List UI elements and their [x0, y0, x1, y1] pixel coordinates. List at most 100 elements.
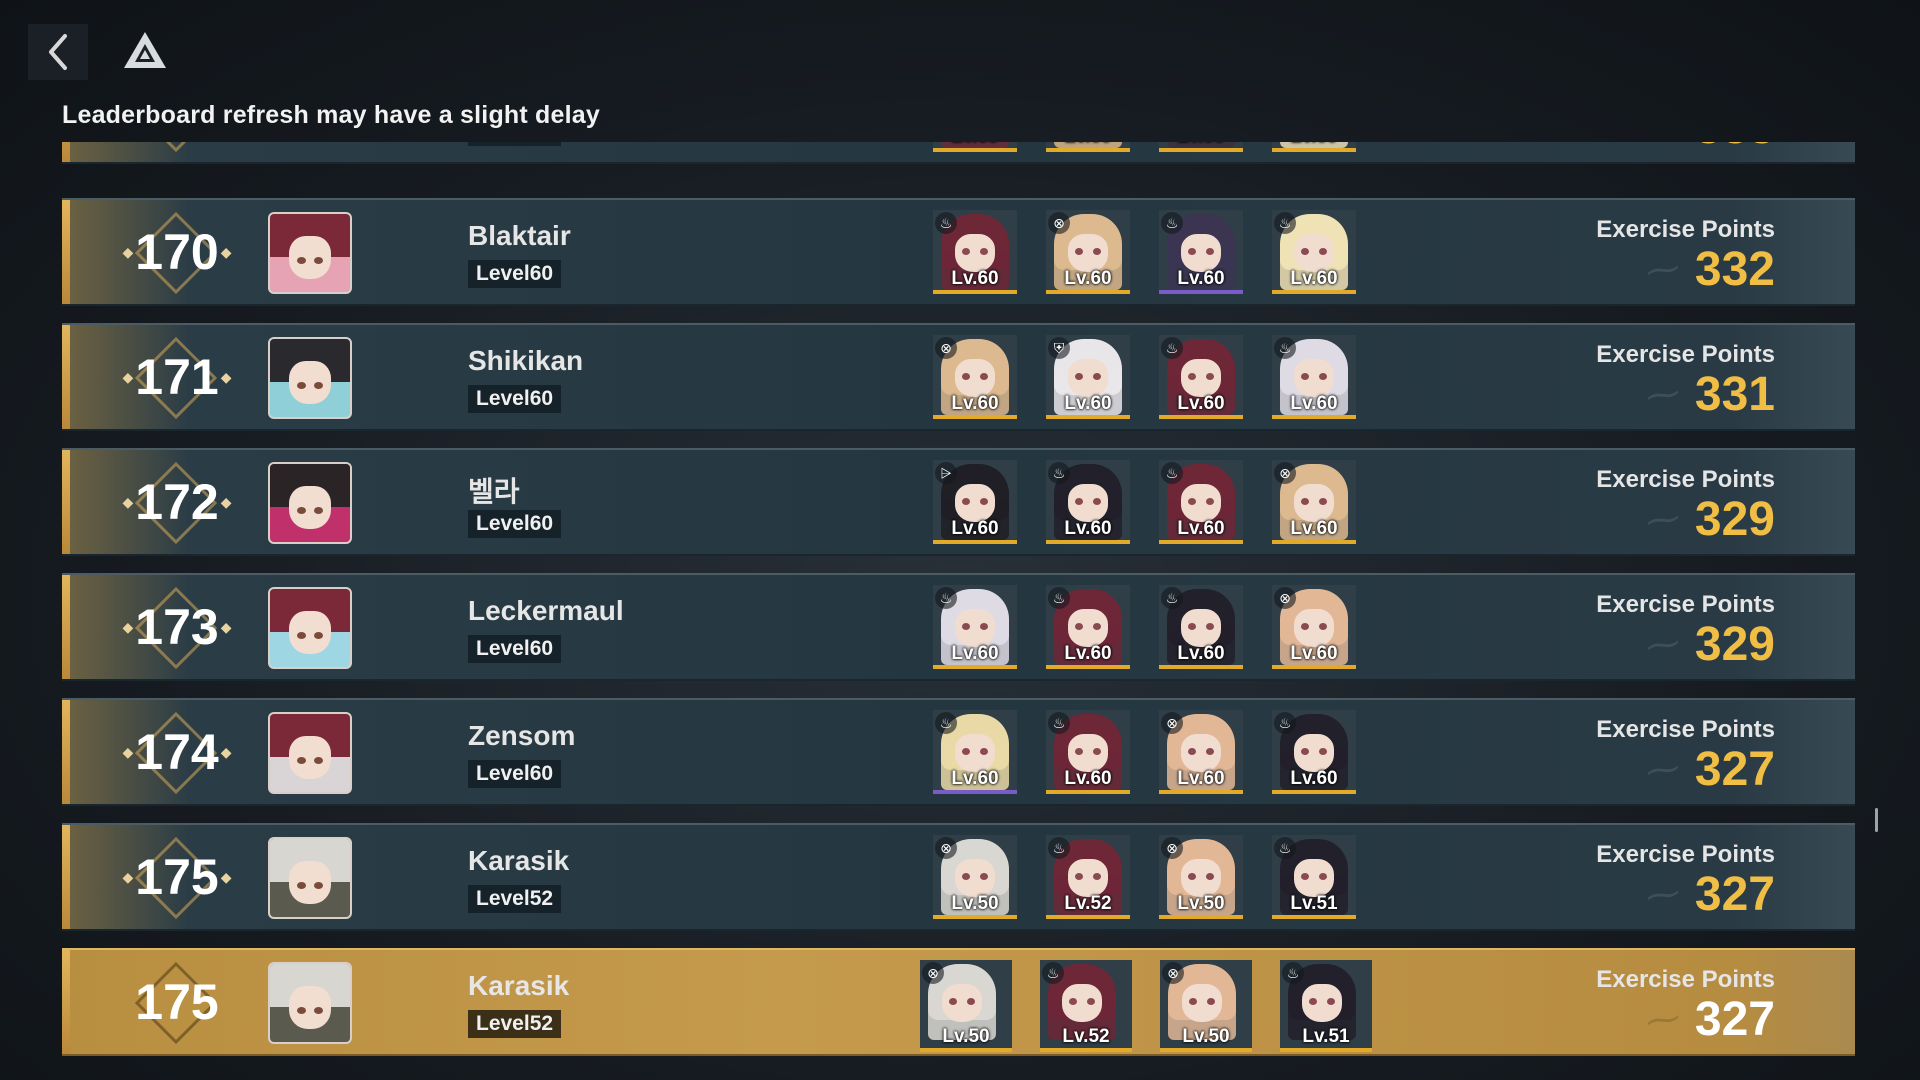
portrait-face	[955, 359, 995, 397]
rank-number: ◆ 173 ◆	[102, 575, 252, 679]
team-member-portrait[interactable]: ⊗ Lv.60	[933, 335, 1017, 419]
fire-class-icon: ♨	[1048, 462, 1070, 484]
player-name: Karasik	[468, 970, 570, 1001]
team-member-portrait[interactable]: ♨ Lv.60	[1046, 460, 1130, 544]
rarity-bar	[1159, 290, 1243, 294]
fire-class-icon: ♨	[1274, 212, 1296, 234]
fire-class-icon: ♨	[1161, 337, 1183, 359]
rank-value: 171	[135, 349, 219, 405]
chevron-left-icon	[49, 34, 67, 70]
team-member-portrait[interactable]: ♨ Lv.52	[1046, 835, 1130, 919]
points-label: Exercise Points	[1596, 841, 1775, 868]
rank-number: ◆ 170 ◆	[102, 200, 252, 304]
avatar-face	[289, 860, 331, 904]
leaderboard-row[interactable]: ◆169◆Level60Lv.60Lv.60Lv.60Lv.60⁓Exercis…	[62, 142, 1855, 164]
rarity-bar	[1272, 148, 1356, 152]
portrait-level: Lv.50	[951, 893, 999, 914]
leaderboard-row[interactable]: ◆ 171 ◆ Shikikan Level60 ⊗ Lv.60 ⛨ Lv.60 ♨ Lv.60 ♨ L…	[62, 323, 1855, 431]
rarity-bar	[1046, 790, 1130, 794]
player-avatar[interactable]	[268, 837, 352, 919]
team-member-portrait[interactable]: ♨ Lv.60	[1159, 335, 1243, 419]
team-member-portrait[interactable]: ♨ Lv.60	[1272, 335, 1356, 419]
team-member-portrait[interactable]: Lv.60	[1159, 142, 1243, 152]
back-button[interactable]	[28, 24, 88, 80]
team-member-portrait[interactable]: ♨ Lv.60	[1159, 210, 1243, 294]
fire-class-icon: ♨	[1161, 212, 1183, 234]
rank-dot-left: ◆	[122, 243, 134, 260]
team-member-portrait[interactable]: ♨ Lv.52	[1040, 960, 1132, 1052]
rarity-bar	[1046, 665, 1130, 669]
signature-watermark: ⁓	[1643, 372, 1683, 418]
portrait-face	[1181, 484, 1221, 522]
player-avatar[interactable]	[268, 712, 352, 794]
leaderboard-row[interactable]: ◆ 170 ◆ Blaktair Level60 ♨ Lv.60 ⊗ Lv.60 ♨ Lv.60 ♨ L…	[62, 198, 1855, 306]
team-member-portrait[interactable]: ♨ Lv.51	[1280, 960, 1372, 1052]
player-avatar[interactable]	[268, 587, 352, 669]
portrait-face	[1181, 609, 1221, 647]
player-avatar[interactable]	[268, 462, 352, 544]
avatar-eye	[314, 382, 324, 390]
team-member-portrait[interactable]: ♨ Lv.60	[1272, 710, 1356, 794]
team-member-portrait[interactable]: ♨ Lv.60	[1159, 585, 1243, 669]
leaderboard-notice: Leaderboard refresh may have a slight de…	[62, 101, 600, 129]
rank-dot-left: ◆	[122, 618, 134, 635]
avatar-eye	[314, 1007, 324, 1015]
team-member-portrait[interactable]: ⩥ Lv.60	[933, 460, 1017, 544]
points-value: 331	[1694, 368, 1775, 421]
team-member-portrait[interactable]: ⊗ Lv.60	[1046, 210, 1130, 294]
player-avatar[interactable]	[268, 337, 352, 419]
rank-dot-left: ◆	[122, 743, 134, 760]
rank-number: ◆175◆	[102, 950, 252, 1054]
leaderboard-row[interactable]: ◆ 172 ◆ 벨라 Level60 ⩥ Lv.60 ♨ Lv.60 ♨ Lv.60 ⊗ Lv.60 ⁓ E…	[62, 448, 1855, 556]
team-member-portrait[interactable]: ⊗ Lv.60	[1272, 460, 1356, 544]
player-avatar[interactable]	[268, 212, 352, 294]
team-member-portrait[interactable]: ♨ Lv.60	[933, 585, 1017, 669]
rank-value: 170	[135, 224, 219, 280]
player-name: Leckermaul	[468, 595, 624, 626]
team-member-portrait[interactable]: ⊗ Lv.50	[920, 960, 1012, 1052]
team-member-portrait[interactable]: ♨ Lv.60	[1272, 210, 1356, 294]
team-member-portrait[interactable]: ⛨ Lv.60	[1046, 335, 1130, 419]
rarity-bar	[1040, 1048, 1132, 1052]
rarity-bar	[933, 290, 1017, 294]
signature-watermark: ⁓	[1643, 497, 1683, 543]
portrait-level: Lv.60	[1290, 643, 1338, 664]
player-avatar[interactable]	[268, 962, 352, 1044]
self-rank-row[interactable]: ◆175◆ Karasik Level52 ⊗ Lv.50 ♨ Lv.52 ⊗ Lv.50 ♨ Lv…	[62, 948, 1855, 1056]
leaderboard-list[interactable]: ◆169◆ Level60 Lv.60 Lv.60 Lv.60 Lv.60 ⁓ Exercis…	[62, 142, 1857, 1067]
team-member-portrait[interactable]: ♨ Lv.51	[1272, 835, 1356, 919]
fire-class-icon: ♨	[1161, 587, 1183, 609]
points-value: 327	[1694, 868, 1775, 921]
portrait-level: Lv.60	[1177, 768, 1225, 789]
team-member-portrait[interactable]: ♨ Lv.60	[1159, 460, 1243, 544]
rank-value: 175	[135, 849, 219, 905]
team-member-portrait[interactable]: Lv.60	[1272, 142, 1356, 152]
target-class-icon: ⊗	[1162, 962, 1184, 984]
portrait-face	[1294, 484, 1334, 522]
team-member-portrait[interactable]: Lv.60	[1046, 142, 1130, 152]
team-member-portrait[interactable]: ⊗ Lv.60	[1272, 585, 1356, 669]
avatar-face	[289, 985, 331, 1029]
signature-watermark: ⁓	[1643, 142, 1682, 150]
leaderboard-row[interactable]: ◆ 174 ◆ Zensom Level60 ♨ Lv.60 ♨ Lv.60 ⊗ Lv.60 ♨ Lv.…	[62, 698, 1855, 806]
team-member-portrait[interactable]: ⊗ Lv.60	[1159, 710, 1243, 794]
team-member-portrait[interactable]: ♨ Lv.60	[933, 710, 1017, 794]
rarity-bar	[933, 415, 1017, 419]
rank-dot-right: ◆	[220, 493, 232, 510]
rarity-bar	[1272, 915, 1356, 919]
leaderboard-row[interactable]: ◆ 173 ◆ Leckermaul Level60 ♨ Lv.60 ♨ Lv.60 ♨ Lv.60…	[62, 573, 1855, 681]
rarity-bar	[1046, 290, 1130, 294]
team-member-portrait[interactable]: ♨ Lv.60	[933, 210, 1017, 294]
team-member-portrait[interactable]: ⊗ Lv.50	[933, 835, 1017, 919]
scrollbar[interactable]	[1875, 808, 1878, 832]
portrait-face	[1068, 609, 1108, 647]
team-member-portrait[interactable]: ♨ Lv.60	[1046, 710, 1130, 794]
team-member-portrait[interactable]: ♨ Lv.60	[1046, 585, 1130, 669]
team-member-portrait[interactable]: ⊗ Lv.50	[1160, 960, 1252, 1052]
points-label: Exercise Points	[1596, 341, 1775, 368]
team-member-portrait[interactable]: ⊗ Lv.50	[1159, 835, 1243, 919]
rank-dot-right: ◆	[220, 743, 232, 760]
leaderboard-row[interactable]: ◆ 175 ◆ Karasik Level52 ⊗ Lv.50 ♨ Lv.52 ⊗ Lv.50 ♨ Lv…	[62, 823, 1855, 931]
team-member-portrait[interactable]: Lv.60	[933, 142, 1017, 152]
rank-value: 172	[135, 474, 219, 530]
